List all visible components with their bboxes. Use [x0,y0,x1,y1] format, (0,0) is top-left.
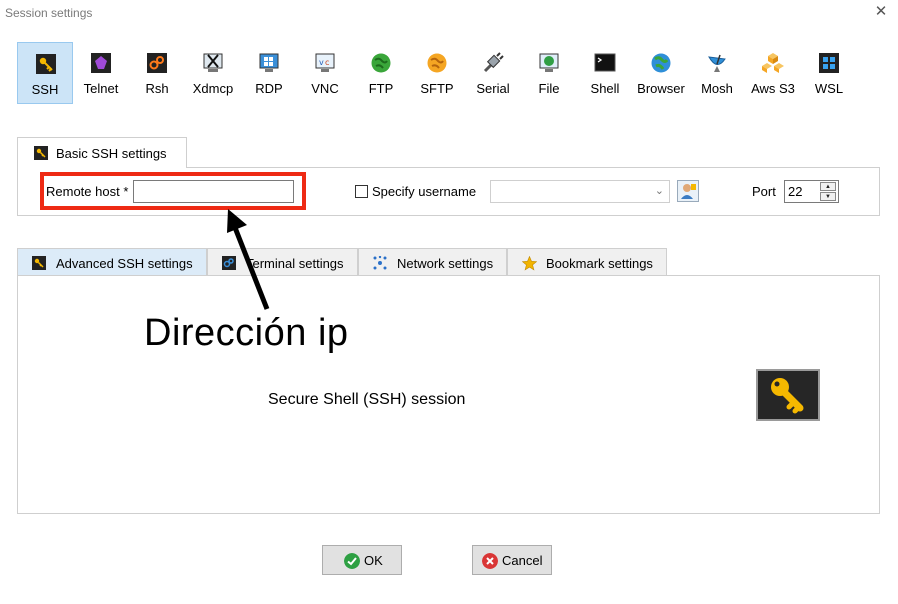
tab-network-settings[interactable]: Network settings [358,248,507,276]
session-type-label: SSH [31,82,59,97]
port-input[interactable]: 22 ▲ ▼ [784,180,839,203]
tab-basic-ssh-settings[interactable]: Basic SSH settings [17,137,187,168]
ssh-key-icon [32,256,46,270]
vnc-icon: v c [315,53,335,72]
session-type-rsh[interactable]: Rsh [129,42,185,104]
session-type-label: Rsh [145,81,169,96]
session-type-vnc[interactable]: v c VNC [297,42,353,104]
session-type-rdp[interactable]: RDP [241,42,297,104]
session-type-ssh[interactable]: SSH [17,42,73,104]
annotation-arrow [227,209,270,310]
rsh-icon [147,53,167,73]
ok-button[interactable]: OK [322,545,402,575]
session-type-telnet[interactable]: Telnet [73,42,129,104]
session-type-browser[interactable]: Browser [633,42,689,104]
tab-advanced-ssh-settings[interactable]: Advanced SSH settings [17,248,207,276]
session-type-label: Shell [590,81,620,96]
tab-bookmark-settings[interactable]: Bookmark settings [507,248,667,276]
check-icon [344,553,360,569]
session-type-ftp[interactable]: FTP [353,42,409,104]
port-value: 22 [788,184,803,199]
session-type-label: File [538,81,560,96]
session-type-aws-s3[interactable]: Aws S3 [745,42,801,104]
chevron-down-icon: ⌄ [654,185,664,197]
wsl-icon [819,53,839,73]
shell-icon [594,53,616,72]
user-manager-button[interactable] [677,180,699,202]
port-label: Port [752,184,776,199]
telnet-icon [91,53,111,73]
session-type-file[interactable]: File [521,42,577,104]
annotation-text: Dirección ip [144,312,349,354]
session-type-label: WSL [814,81,844,96]
svg-text:c: c [325,58,329,67]
xdmcp-icon [203,53,223,72]
session-type-shell[interactable]: Shell [577,42,633,104]
session-type-label: Serial [476,81,510,96]
specify-username-label: Specify username [372,184,477,199]
large-ssh-key-icon [756,369,820,421]
session-type-wsl[interactable]: WSL [801,42,857,104]
svg-text:v: v [319,58,324,67]
rdp-icon [259,53,279,72]
session-type-label: VNC [311,81,339,96]
ssh-key-icon [36,54,56,74]
session-type-mosh[interactable]: Mosh [689,42,745,104]
browser-icon [651,53,671,73]
remote-host-input[interactable] [133,180,294,203]
tab-label: Advanced SSH settings [56,256,193,271]
port-decrement-button[interactable]: ▼ [820,192,836,201]
username-select[interactable]: ⌄ [490,180,670,203]
network-icon [373,256,387,270]
sftp-icon [427,53,447,73]
specify-username-checkbox[interactable] [355,185,368,198]
session-type-sftp[interactable]: SFTP [409,42,465,104]
serial-icon [483,52,504,73]
ssh-key-icon [34,146,48,160]
cancel-icon [482,553,498,569]
session-type-label: RDP [255,81,283,96]
session-type-label: Browser [637,81,685,96]
mosh-icon [708,54,726,72]
session-type-label: Aws S3 [751,81,795,96]
window-title: Session settings [5,6,93,20]
session-description: Secure Shell (SSH) session [268,391,466,408]
user-icon [681,184,696,199]
remote-host-label: Remote host * [46,184,129,199]
aws-s3-icon [762,53,784,73]
key-icon [771,378,804,414]
session-type-serial[interactable]: Serial [465,42,521,104]
ok-label: OK [364,553,383,568]
session-type-xdmcp[interactable]: Xdmcp [185,42,241,104]
cancel-button[interactable]: Cancel [472,545,552,575]
tab-label: Network settings [397,256,494,271]
session-type-label: FTP [368,81,394,96]
close-icon[interactable]: ✕ [872,3,890,21]
tab-label: Bookmark settings [546,256,653,271]
tab-label: Basic SSH settings [56,146,167,161]
cancel-label: Cancel [502,553,543,568]
star-icon [522,256,537,271]
session-type-label: Xdmcp [192,81,234,96]
session-type-label: Mosh [701,81,733,96]
title-bar: Session settings ✕ [0,0,898,28]
file-icon [539,53,559,72]
session-type-label: SFTP [420,81,454,96]
ftp-icon [371,53,391,73]
port-increment-button[interactable]: ▲ [820,182,836,191]
session-type-label: Telnet [83,81,119,96]
